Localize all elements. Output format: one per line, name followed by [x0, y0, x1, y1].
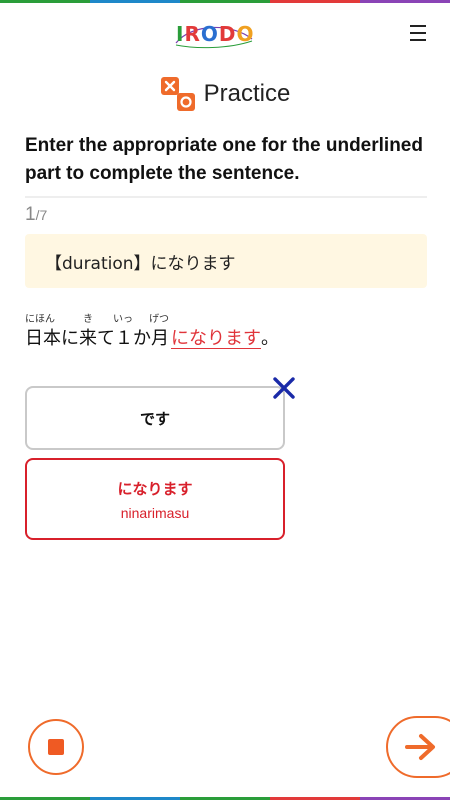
page-title: Practice: [203, 80, 291, 107]
sentence-segment: か: [133, 328, 151, 349]
sentence-segment: 日本: [25, 328, 61, 349]
sentence-end-punct: 。: [261, 328, 279, 349]
section-header: Practice: [0, 74, 450, 114]
irodori-logo[interactable]: IRODORI: [172, 17, 278, 51]
menu-line: [410, 39, 426, 41]
hamburger-menu-icon: [410, 25, 426, 27]
sentence-segment: て１: [97, 328, 133, 349]
menu-button[interactable]: [410, 25, 428, 41]
choice-label: です: [139, 409, 170, 428]
stop-icon: [48, 739, 64, 755]
menu-line: [410, 32, 426, 34]
question-sentence: にほん 日本 に き 来 て１ いっ か げつ 月 になります 。: [25, 310, 425, 358]
ruby-reading: き: [83, 314, 93, 325]
hint-box: 【duration】になります: [25, 234, 427, 288]
target-underline: [171, 348, 261, 349]
logo-text: IRODORI: [176, 22, 256, 46]
app-header: IRODORI: [0, 3, 450, 63]
arrow-right-icon: [405, 734, 435, 760]
sentence-segment: に: [61, 328, 79, 349]
divider: [25, 196, 427, 198]
stop-button[interactable]: [28, 719, 84, 775]
underlined-target: になります: [171, 328, 261, 349]
question-instruction: Enter the appropriate one for the underl…: [25, 135, 423, 184]
progress-counter: 1/7: [25, 204, 47, 226]
wrong-x-icon: [273, 377, 295, 399]
choice-button[interactable]: です: [25, 386, 285, 450]
sentence-segment: 来: [79, 328, 97, 349]
next-button[interactable]: [386, 716, 450, 778]
ruby-reading: げつ: [149, 314, 169, 325]
choice-button-correct[interactable]: になります ninarimasu: [25, 458, 285, 540]
choice-label: になります: [117, 479, 193, 498]
practice-icon: [160, 77, 195, 111]
progress-total: /7: [35, 207, 48, 223]
logo-graphic: IRODORI: [175, 22, 278, 49]
ruby-reading: いっ: [113, 314, 133, 325]
ruby-reading: にほん: [25, 314, 55, 325]
progress-current: 1: [25, 204, 36, 225]
choice-romaji: ninarimasu: [120, 504, 190, 521]
hint-text: 【duration】になります: [45, 253, 236, 274]
sentence-segment: 月: [151, 328, 169, 349]
